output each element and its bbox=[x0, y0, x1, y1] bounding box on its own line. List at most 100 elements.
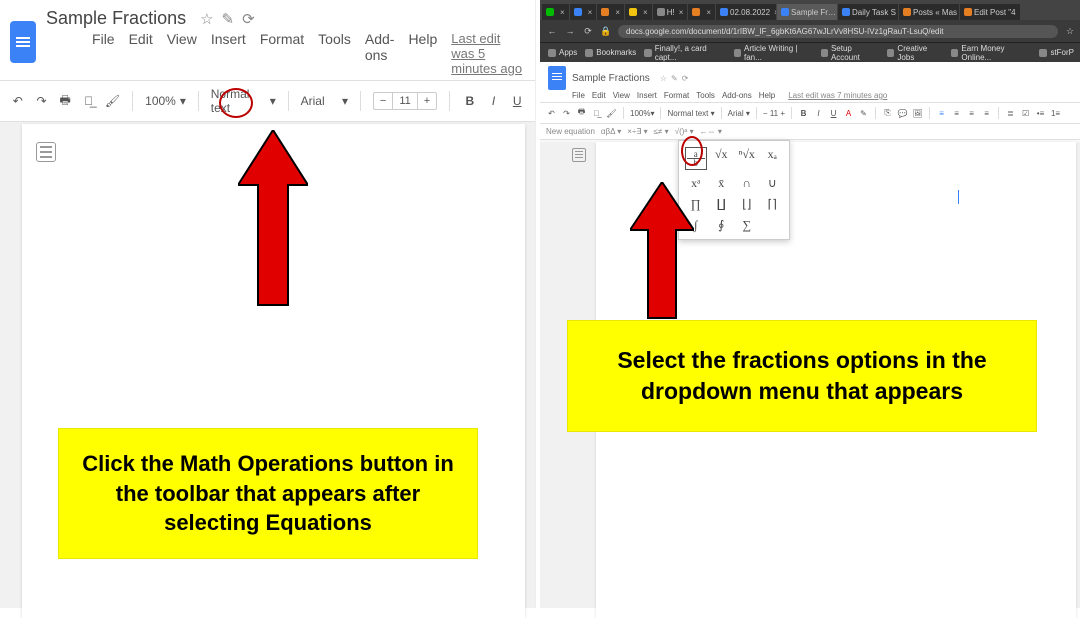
bullet-list-icon[interactable]: •≡ bbox=[1035, 109, 1046, 118]
new-equation-label[interactable]: New equation bbox=[546, 127, 595, 136]
browser-tab[interactable]: × bbox=[597, 4, 624, 20]
align-right-icon[interactable]: ≡ bbox=[966, 109, 977, 118]
menu-tools[interactable]: Tools bbox=[318, 31, 351, 76]
outline-icon[interactable] bbox=[572, 148, 586, 162]
menu-file[interactable]: File bbox=[92, 31, 115, 76]
doc-title[interactable]: Sample Fractions bbox=[46, 8, 186, 29]
bookmark-item[interactable]: Apps bbox=[548, 48, 577, 57]
checklist-icon[interactable]: ☑ bbox=[1020, 109, 1031, 118]
menu-edit[interactable]: Edit bbox=[592, 91, 606, 100]
math-option-contour[interactable]: ∮ bbox=[711, 218, 733, 233]
browser-tab[interactable]: Posts « Mas× bbox=[899, 4, 959, 20]
underline-icon[interactable]: U bbox=[828, 109, 839, 118]
menu-edit[interactable]: Edit bbox=[129, 31, 153, 76]
close-icon[interactable]: × bbox=[706, 8, 711, 17]
menu-help[interactable]: Help bbox=[759, 91, 775, 100]
bookmark-item[interactable]: Setup Account bbox=[821, 44, 879, 62]
menu-addons[interactable]: Add-ons bbox=[365, 31, 395, 76]
back-icon[interactable]: ← bbox=[546, 26, 558, 36]
underline-icon[interactable]: U bbox=[509, 94, 525, 108]
spellcheck-icon[interactable]: Ａ̲ bbox=[81, 94, 97, 108]
eq-misc[interactable]: ×÷∃ ▾ bbox=[627, 127, 647, 136]
math-option-sqrt[interactable]: √x bbox=[711, 147, 733, 170]
bookmark-item[interactable]: Article Writing | fan... bbox=[734, 44, 813, 62]
eq-arrows[interactable]: ←⇔ ▾ bbox=[700, 127, 722, 136]
menu-addons[interactable]: Add-ons bbox=[722, 91, 752, 100]
browser-tab[interactable]: 02.08.2022× bbox=[716, 4, 776, 20]
last-edit-note[interactable]: Last edit was 7 minutes ago bbox=[788, 91, 887, 100]
font-size[interactable]: − 11 + bbox=[763, 109, 785, 118]
bookmark-item[interactable]: Finally!, a card capt... bbox=[644, 44, 725, 62]
font-select[interactable]: Arial ▾ bbox=[728, 109, 750, 118]
bold-icon[interactable]: B bbox=[462, 94, 478, 108]
move-icon[interactable]: ✎ bbox=[222, 10, 235, 28]
browser-tab[interactable]: Daily Task S× bbox=[838, 4, 898, 20]
close-icon[interactable]: × bbox=[643, 8, 648, 17]
num-list-icon[interactable]: 1≡ bbox=[1050, 109, 1061, 118]
math-option-union[interactable]: ∪ bbox=[762, 176, 784, 191]
zoom-select[interactable]: 100% ▾ bbox=[145, 94, 186, 108]
menu-help[interactable]: Help bbox=[408, 31, 437, 76]
bookmark-item[interactable]: Earn Money Online... bbox=[951, 44, 1031, 62]
paint-format-icon[interactable]: 🖌 bbox=[105, 94, 121, 108]
bookmark-item[interactable]: stForP bbox=[1039, 48, 1074, 57]
font-select[interactable]: Arial ▾ bbox=[301, 94, 348, 108]
math-option-intersection[interactable]: ∩ bbox=[736, 176, 758, 191]
url-input[interactable]: docs.google.com/document/d/1rIBW_IF_6gbK… bbox=[618, 25, 1058, 38]
italic-icon[interactable]: I bbox=[813, 109, 824, 118]
math-option-overbar[interactable]: x̄ bbox=[711, 176, 733, 191]
menu-insert[interactable]: Insert bbox=[637, 91, 657, 100]
italic-icon[interactable]: I bbox=[486, 94, 502, 108]
close-icon[interactable]: × bbox=[679, 8, 684, 17]
font-size-increase[interactable]: + bbox=[418, 93, 436, 109]
browser-tab[interactable]: × bbox=[570, 4, 597, 20]
last-edit-note[interactable]: Last edit was 5 minutes ago bbox=[451, 31, 525, 76]
math-option-bracket-sub[interactable]: ⌊⌋ bbox=[736, 197, 758, 212]
math-option-bracket-sup[interactable]: ⌈⌉ bbox=[762, 197, 784, 212]
zoom-select[interactable]: 100%▾ bbox=[630, 109, 654, 118]
reload-icon[interactable]: ⟳ bbox=[582, 26, 594, 37]
menu-format[interactable]: Format bbox=[260, 31, 304, 76]
browser-tab[interactable]: Sample Fr…× bbox=[777, 4, 837, 20]
undo-icon[interactable]: ↶ bbox=[10, 94, 26, 108]
star-icon[interactable]: ☆ bbox=[660, 74, 667, 83]
browser-tab[interactable]: × bbox=[688, 4, 715, 20]
browser-tab[interactable]: × bbox=[625, 4, 652, 20]
eq-greek[interactable]: αβΔ ▾ bbox=[601, 127, 621, 136]
menu-view[interactable]: View bbox=[613, 91, 630, 100]
align-center-icon[interactable]: ≡ bbox=[951, 109, 962, 118]
align-justify-icon[interactable]: ≡ bbox=[981, 109, 992, 118]
menu-insert[interactable]: Insert bbox=[211, 31, 246, 76]
redo-icon[interactable]: ↷ bbox=[34, 94, 50, 108]
move-icon[interactable]: ✎ bbox=[671, 74, 678, 83]
paint-format-icon[interactable]: 🖌 bbox=[606, 109, 617, 118]
math-option-sum[interactable]: ∑ bbox=[736, 218, 758, 233]
highlight-icon[interactable]: ✎ bbox=[858, 109, 869, 118]
close-icon[interactable]: × bbox=[588, 8, 593, 17]
browser-tab[interactable]: × bbox=[542, 4, 569, 20]
font-size-decrease[interactable]: − bbox=[374, 93, 392, 109]
print-icon[interactable]: 🖶 bbox=[576, 106, 587, 120]
image-icon[interactable]: 🖼 bbox=[912, 109, 923, 118]
cloud-icon[interactable]: ⟳ bbox=[242, 10, 255, 28]
cloud-icon[interactable]: ⟳ bbox=[682, 74, 689, 83]
menu-file[interactable]: File bbox=[572, 91, 585, 100]
browser-tab[interactable]: H!× bbox=[653, 4, 688, 20]
addr-star-icon[interactable]: ☆ bbox=[1064, 26, 1076, 37]
style-select[interactable]: Normal text ▾ bbox=[211, 87, 276, 115]
eq-math-ops[interactable]: √()ᵃ ▾ bbox=[675, 127, 694, 136]
line-spacing-icon[interactable]: ≣ bbox=[1005, 109, 1016, 118]
browser-tab[interactable]: Edit Post "4× bbox=[960, 4, 1020, 20]
text-color-icon[interactable]: A bbox=[843, 109, 854, 118]
math-option-nth-root[interactable]: ⁿ√x bbox=[736, 147, 758, 170]
math-option-fraction[interactable]: ab bbox=[685, 147, 707, 170]
align-left-icon[interactable]: ≡ bbox=[936, 109, 947, 118]
menu-format[interactable]: Format bbox=[664, 91, 689, 100]
menu-tools[interactable]: Tools bbox=[696, 91, 715, 100]
bookmark-item[interactable]: Creative Jobs bbox=[887, 44, 943, 62]
close-icon[interactable]: × bbox=[774, 8, 776, 17]
undo-icon[interactable]: ↶ bbox=[546, 109, 557, 118]
doc-title[interactable]: Sample Fractions bbox=[572, 73, 650, 84]
link-icon[interactable]: ⎘ bbox=[882, 108, 893, 118]
outline-icon[interactable] bbox=[36, 142, 56, 162]
